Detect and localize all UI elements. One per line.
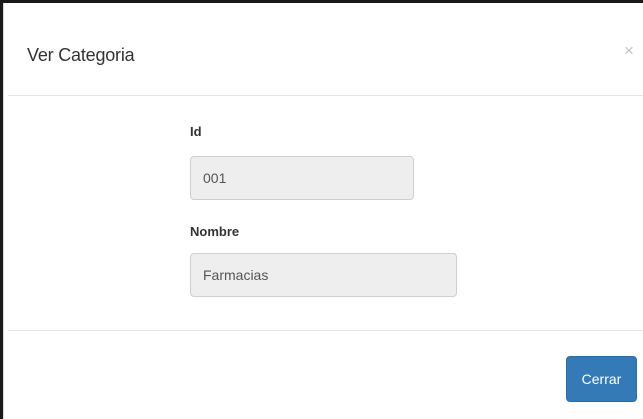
close-icon[interactable]: × [621,42,637,60]
modal-body: Id 001 Nombre Farmacias [8,96,643,331]
screenshot-frame: Ver Categoria × Id 001 Nombre Farmacias … [0,0,643,419]
id-field[interactable]: 001 [190,156,414,200]
nombre-field[interactable]: Farmacias [190,253,457,297]
cerrar-button[interactable]: Cerrar [566,356,637,402]
modal-title: Ver Categoria [27,45,135,65]
id-label: Id [190,124,202,139]
modal-footer: Cerrar [8,331,643,419]
view-category-modal: Ver Categoria × Id 001 Nombre Farmacias … [8,4,643,419]
window-border-top [0,0,643,3]
modal-header: Ver Categoria × [8,4,643,96]
nombre-label: Nombre [190,224,240,239]
